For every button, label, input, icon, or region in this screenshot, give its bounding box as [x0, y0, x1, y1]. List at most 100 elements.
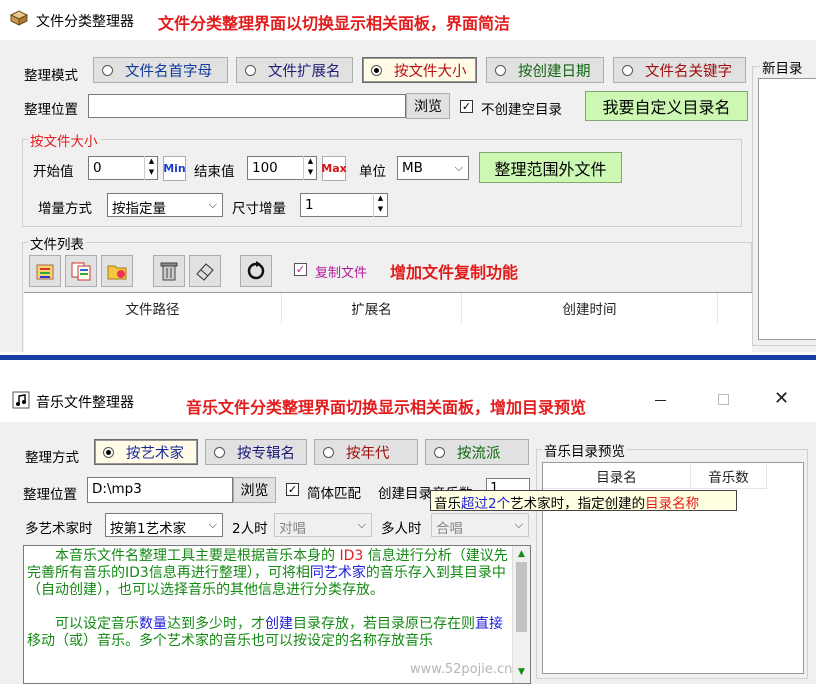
radio-icon [495, 64, 506, 76]
music-browse-button[interactable]: 浏览 [233, 477, 276, 503]
desc-text: 数量 [139, 616, 167, 632]
spin-up-icon[interactable]: ▲ [304, 156, 317, 167]
many-label: 多人时 [381, 521, 422, 537]
max-button[interactable]: Max [321, 156, 347, 181]
scroll-thumb[interactable] [516, 562, 527, 632]
desc-text: 移动（或）音乐。多个艺术家的音乐也可以按设定的名称存放音乐 [27, 633, 433, 649]
scroll-down-icon[interactable]: ▼ [513, 664, 530, 681]
skip-empty-label: 不创建空目录 [481, 102, 562, 118]
two-select[interactable]: 对唱 ⌵ [274, 513, 372, 537]
spin-down-icon[interactable]: ▼ [374, 204, 387, 215]
desc-paragraph-1: 本音乐文件名整理工具主要是根据音乐本身的 ID3 信息进行分析（建议先完善所有音… [27, 548, 511, 599]
chevron-down-icon: ⌵ [514, 518, 523, 531]
end-spinner[interactable]: ▲ ▼ [303, 156, 317, 180]
window-title: 文件分类整理器 [36, 14, 134, 30]
app-box-icon [9, 10, 29, 26]
spin-up-icon[interactable]: ▲ [145, 156, 158, 167]
copy-files-checkbox[interactable]: ✓ [294, 263, 307, 276]
spin-down-icon[interactable]: ▼ [304, 167, 317, 178]
close-icon[interactable]: ✕ [774, 388, 789, 409]
copy-files-label: 复制文件 [315, 266, 368, 281]
spin-up-icon[interactable]: ▲ [374, 193, 387, 204]
start-spinner[interactable]: ▲ ▼ [144, 156, 158, 180]
mode-label: 整理模式 [24, 68, 78, 84]
radio-icon [434, 446, 445, 458]
maximize-button[interactable] [718, 394, 729, 405]
desc-text: 直接 [475, 616, 503, 632]
minimize-button[interactable] [655, 400, 666, 401]
file-organizer-window: 文件分类整理器 文件分类整理界面以切换显示相关面板，界面简洁 整理模式 文件名首… [0, 0, 816, 352]
col-file-path[interactable]: 文件路径 [24, 293, 282, 323]
mode-label-text: 文件扩展名 [268, 63, 341, 80]
section-divider [0, 355, 816, 360]
inc-mode-select[interactable]: 按指定量 ⌵ [107, 193, 223, 217]
mode-label-text: 文件名关键字 [645, 63, 732, 80]
tooltip-text: 目录名称 [645, 496, 700, 512]
two-label: 2人时 [232, 521, 268, 537]
mode-initial-letter[interactable]: 文件名首字母 [93, 57, 228, 83]
inc-mode-value: 按指定量 [112, 201, 166, 217]
scrollbar[interactable]: ▲ ▼ [512, 546, 530, 683]
location-input[interactable] [88, 94, 406, 118]
multi-artist-select[interactable]: 按第1艺术家 ⌵ [105, 513, 223, 537]
many-select[interactable]: 合唱 ⌵ [431, 513, 529, 537]
mode-album[interactable]: 按专辑名 [205, 439, 307, 465]
fuzzy-label: 简体匹配 [307, 486, 361, 502]
mode-extension[interactable]: 文件扩展名 [236, 57, 353, 83]
refresh-button[interactable] [240, 255, 272, 287]
col-music-count[interactable]: 音乐数 [691, 463, 767, 489]
fuzzy-checkbox[interactable]: ✓ [286, 483, 299, 496]
radio-icon [622, 64, 633, 76]
tooltip: 音乐超过2个艺术家时，指定创建的目录名称 [430, 490, 737, 512]
browse-button[interactable]: 浏览 [406, 93, 450, 119]
delete-button[interactable] [153, 255, 185, 287]
two-value: 对唱 [279, 521, 306, 537]
desc-text: ID3 [339, 548, 364, 564]
custom-dir-button[interactable]: 我要自定义目录名 [585, 91, 748, 121]
music-feature-note: 音乐文件分类整理界面切换显示相关面板，增加目录预览 [186, 398, 587, 417]
watermark: www.52pojie.cn [410, 662, 513, 677]
size-group-title: 按文件大小 [28, 130, 100, 150]
clear-button[interactable] [189, 255, 221, 287]
out-of-range-button[interactable]: 整理范围外文件 [479, 152, 622, 183]
preview-group-title: 音乐目录预览 [542, 440, 627, 460]
mode-label-text: 按专辑名 [237, 445, 295, 462]
skip-empty-checkbox[interactable]: ✓ [460, 100, 473, 113]
size-inc-spinner[interactable]: ▲ ▼ [373, 193, 387, 217]
import-folder-button[interactable] [101, 255, 133, 287]
mode-keyword[interactable]: 文件名关键字 [613, 57, 746, 83]
music-organizer-window: 音乐文件整理器 音乐文件分类整理界面切换显示相关面板，增加目录预览 ✕ 整理方式… [0, 380, 816, 684]
file-list-group-title: 文件列表 [28, 233, 86, 253]
add-folder-button[interactable] [65, 255, 97, 287]
desc-paragraph-2: 可以设定音乐数量达到多少时，才创建目录存放，若目录原已存在则直接移动（或）音乐。… [27, 616, 511, 650]
scroll-up-icon[interactable]: ▲ [513, 546, 530, 560]
mode-create-date[interactable]: 按创建日期 [486, 57, 604, 83]
min-button[interactable]: Min [163, 156, 186, 181]
title-bar: 文件分类整理器 文件分类整理界面以切换显示相关面板，界面简洁 [0, 0, 816, 40]
mode-file-size[interactable]: 按文件大小 [362, 57, 477, 83]
col-extension[interactable]: 扩展名 [282, 293, 462, 323]
mode-genre[interactable]: 按流派 [425, 439, 529, 465]
eraser-icon [196, 263, 214, 281]
file-list-table[interactable]: 文件路径 扩展名 创建时间 [24, 292, 752, 352]
multi-artist-label: 多艺术家时 [25, 521, 93, 537]
unit-label: 单位 [359, 164, 386, 180]
unit-select[interactable]: MB ⌵ [397, 156, 469, 180]
spin-down-icon[interactable]: ▼ [145, 167, 158, 178]
mode-label-text: 按文件大小 [394, 63, 467, 80]
radio-selected-icon [103, 446, 114, 458]
radio-icon [214, 446, 225, 458]
mode-artist[interactable]: 按艺术家 [94, 439, 198, 465]
add-files-icon [36, 264, 54, 280]
col-dir-name[interactable]: 目录名 [543, 463, 691, 489]
new-dir-list[interactable] [758, 78, 816, 340]
trash-icon [160, 262, 178, 281]
mode-year[interactable]: 按年代 [314, 439, 418, 465]
col-create-time[interactable]: 创建时间 [462, 293, 718, 323]
desc-text: 同艺术家 [309, 565, 366, 581]
add-files-button[interactable] [29, 255, 61, 287]
music-location-input[interactable]: D:\mp3 [87, 477, 233, 503]
location-label: 整理位置 [24, 102, 78, 118]
radio-icon [323, 446, 334, 458]
mode-label-text: 按艺术家 [126, 445, 184, 462]
